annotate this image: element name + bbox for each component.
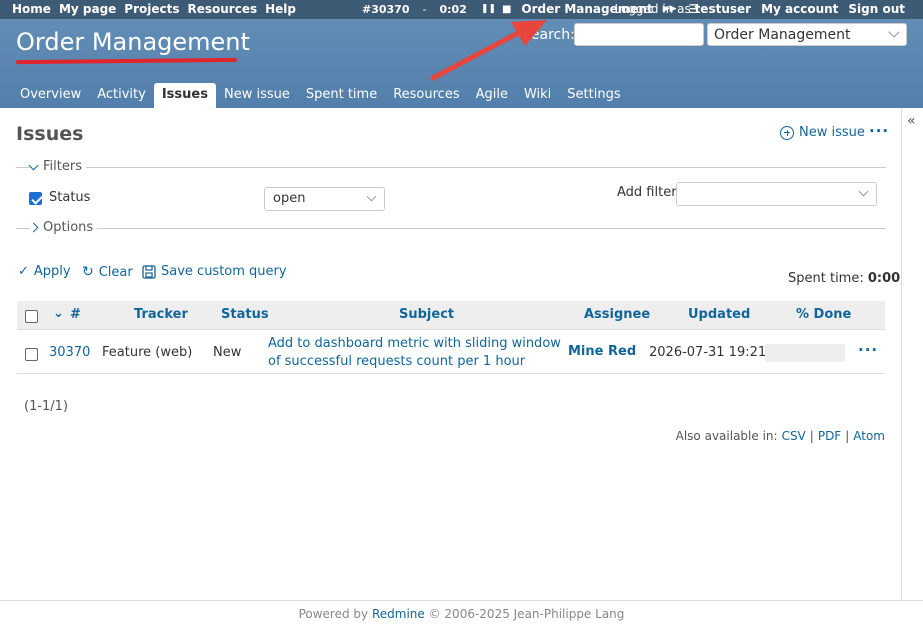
format-separator: | — [845, 429, 850, 443]
logged-in-as: Logged in as testuser — [615, 2, 752, 16]
issue-status: New — [213, 345, 242, 360]
status-filter-checkbox[interactable] — [29, 192, 42, 205]
pdf-link[interactable]: PDF — [818, 429, 841, 443]
clear-label: Clear — [98, 264, 133, 280]
more-actions-icon[interactable]: ··· — [869, 122, 889, 140]
apply-button[interactable]: ✓ Apply — [18, 264, 71, 279]
top-menu-my-page[interactable]: My page — [59, 2, 116, 16]
pause-icon[interactable]: ❚❚ — [481, 4, 496, 14]
column-id[interactable]: # — [70, 307, 81, 322]
issue-assignee-link[interactable]: Mine Red — [568, 344, 636, 359]
csv-link[interactable]: CSV — [782, 429, 806, 443]
page-title: Issues — [16, 123, 84, 145]
top-menu-resources[interactable]: Resources — [188, 2, 258, 16]
top-menu-home[interactable]: Home — [12, 2, 51, 16]
status-operator-select[interactable]: open — [264, 187, 385, 211]
save-icon — [142, 264, 156, 279]
table-row[interactable]: 30370 Feature (web) New Add to dashboard… — [17, 331, 885, 374]
spent-time-total: Spent time: 0:00 — [788, 271, 900, 286]
other-formats: Also available in: CSV | PDF | Atom — [676, 429, 885, 443]
row-actions-icon[interactable]: ··· — [858, 341, 878, 359]
save-query-button[interactable]: Save custom query — [142, 264, 287, 279]
issue-tracker: Feature (web) — [102, 345, 193, 360]
atom-link[interactable]: Atom — [853, 429, 885, 443]
stop-icon[interactable]: ■ — [502, 4, 511, 15]
checkmark-icon: ✓ — [18, 264, 29, 279]
tab-new-issue[interactable]: New issue — [216, 83, 298, 108]
options-label: Options — [43, 220, 94, 235]
column-status[interactable]: Status — [221, 307, 269, 322]
top-menu: Home My page Projects Resources Help #30… — [0, 0, 923, 19]
timer-separator: - — [422, 2, 427, 16]
other-formats-label: Also available in: — [675, 429, 778, 443]
reload-icon: ↻ — [82, 264, 94, 280]
filters-label: Filters — [43, 159, 82, 174]
format-separator: | — [809, 429, 814, 443]
pagination-info: (1-1/1) — [24, 399, 69, 414]
status-operator-value: open — [273, 191, 306, 206]
new-issue-label: New issue — [799, 125, 865, 140]
issue-id-link[interactable]: 30370 — [49, 345, 90, 360]
sign-out-link[interactable]: Sign out — [848, 2, 905, 16]
footer: Powered by Redmine © 2006-2025 Jean-Phil… — [0, 600, 923, 628]
issue-updated: 2026-07-31 19:21 — [649, 345, 767, 360]
add-icon — [780, 125, 794, 140]
footer-copyright: © 2006-2025 Jean-Philippe Lang — [428, 607, 625, 621]
timer-elapsed: 0:02 — [439, 2, 467, 16]
logged-in-prefix: Logged in as — [614, 2, 691, 16]
tab-spent-time[interactable]: Spent time — [298, 83, 385, 108]
tab-activity[interactable]: Activity — [89, 83, 154, 108]
issue-subject-link[interactable]: Add to dashboard metric with sliding win… — [268, 335, 561, 371]
select-all-checkbox[interactable] — [25, 310, 38, 323]
chevron-down-icon — [888, 26, 900, 38]
project-jump-select[interactable]: Order Management — [707, 23, 907, 46]
column-assignee[interactable]: Assignee — [584, 307, 650, 322]
table-header: ⌄ # Tracker Status Subject Assignee Upda… — [17, 301, 885, 330]
add-filter-select[interactable] — [676, 182, 877, 206]
title-underline-annotation — [15, 57, 238, 65]
chevron-right-icon — [28, 222, 39, 233]
apply-label: Apply — [33, 264, 71, 279]
column-done[interactable]: % Done — [796, 307, 851, 322]
row-checkbox[interactable] — [25, 348, 38, 361]
options-border — [16, 228, 886, 229]
issue-subject-line2: of successful requests count per 1 hour — [268, 354, 526, 369]
chevron-down-icon — [28, 160, 39, 170]
new-issue-button[interactable]: New issue — [780, 125, 865, 140]
save-query-label: Save custom query — [161, 264, 287, 279]
tab-settings[interactable]: Settings — [559, 83, 628, 108]
chevron-down-icon — [366, 191, 377, 202]
options-legend[interactable]: Options — [28, 220, 98, 235]
content: Issues New issue ··· Filters Status open… — [0, 108, 901, 600]
spent-time-label: Spent time: — [788, 271, 864, 286]
column-tracker[interactable]: Tracker — [134, 307, 188, 322]
top-menu-help[interactable]: Help — [265, 2, 296, 16]
spent-time-value: 0:00 — [867, 271, 901, 286]
chevron-down-icon — [858, 186, 869, 197]
double-chevron-left-icon: « — [907, 113, 916, 129]
clear-button[interactable]: ↻ Clear — [82, 264, 133, 280]
column-subject[interactable]: Subject — [399, 307, 454, 322]
top-menu-projects[interactable]: Projects — [124, 2, 179, 16]
project-jump-value: Order Management — [714, 27, 851, 43]
sort-chevron-down-icon[interactable]: ⌄ — [53, 306, 64, 321]
issue-progress-bar — [765, 344, 845, 362]
sidebar-toggle[interactable]: « — [901, 108, 923, 600]
user-link[interactable]: testuser — [695, 2, 752, 16]
column-updated[interactable]: Updated — [688, 307, 750, 322]
my-account-link[interactable]: My account — [761, 2, 838, 16]
add-filter-label: Add filter — [617, 185, 677, 200]
status-filter-label: Status — [49, 190, 91, 205]
tab-issues[interactable]: Issues — [153, 83, 216, 108]
footer-powered: Powered by — [298, 607, 369, 621]
timer-issue-link[interactable]: #30370 — [362, 3, 410, 16]
filters-border — [16, 167, 886, 168]
tab-overview[interactable]: Overview — [12, 83, 89, 108]
filters-legend[interactable]: Filters — [28, 159, 86, 174]
redmine-link[interactable]: Redmine — [372, 607, 425, 621]
search-input[interactable] — [574, 23, 704, 46]
project-title: Order Management — [16, 28, 250, 56]
arrow-annotation — [430, 20, 547, 81]
issue-subject-line1: Add to dashboard metric with sliding win… — [268, 336, 561, 351]
